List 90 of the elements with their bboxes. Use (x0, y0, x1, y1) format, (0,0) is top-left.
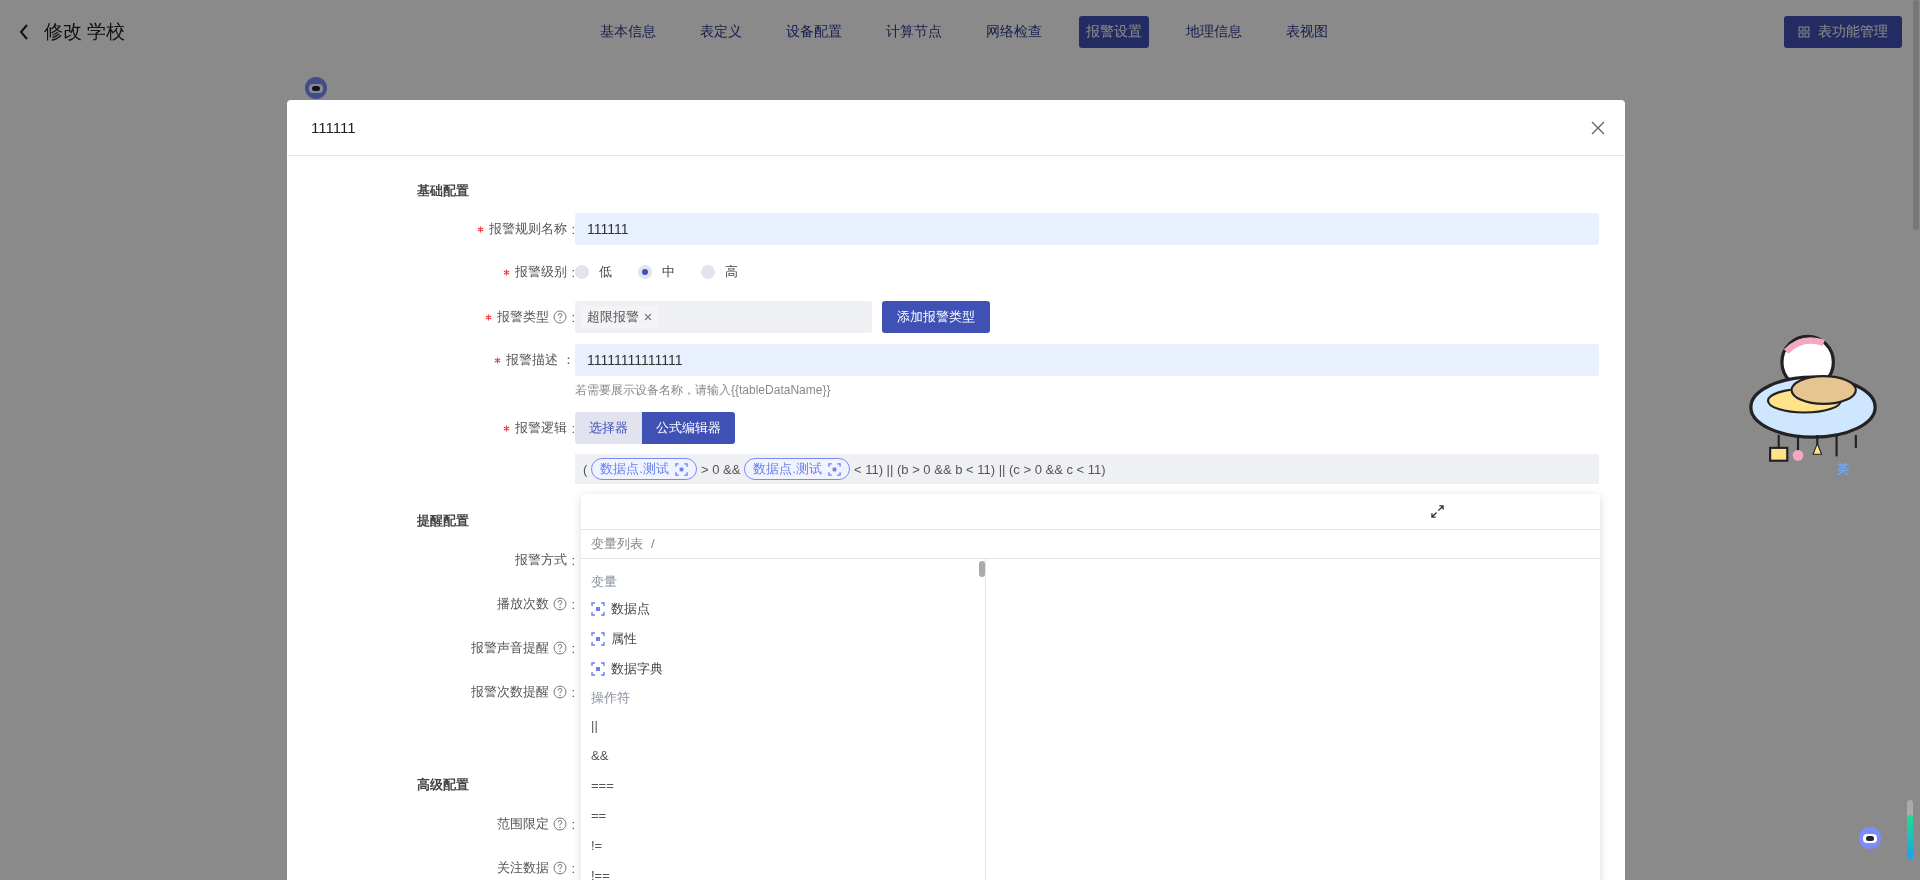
field-label: 报警声音提醒 (471, 639, 550, 657)
variable-item[interactable]: 数据字典 (611, 660, 663, 678)
gradient-bar (1906, 800, 1914, 860)
text-field[interactable]: 111111 (575, 213, 1599, 245)
formula-text: > 0 && (700, 461, 741, 477)
section-title: 基础配置 (417, 182, 469, 200)
label-colon: ： (562, 351, 575, 369)
expand-icon[interactable] (1431, 504, 1444, 518)
add-alarm-type-button[interactable]: 添加报警类型 (882, 301, 990, 333)
field-label: 报警描述 (506, 351, 558, 369)
radio-label[interactable]: 低 (599, 263, 612, 281)
label-colon: : (571, 264, 575, 280)
field-label: 报警类型 (497, 308, 550, 326)
radio-button[interactable] (638, 265, 652, 279)
help-icon[interactable] (553, 597, 568, 611)
focus-icon (591, 632, 605, 646)
label-colon: : (571, 684, 575, 700)
label-colon: : (571, 309, 575, 325)
nav-tab[interactable]: 计算节点 (879, 16, 949, 48)
page-title: 修改 学校 (44, 20, 126, 44)
help-icon[interactable] (553, 641, 568, 655)
field-label: 播放次数 (497, 595, 550, 613)
text-field[interactable]: 11111111111111 (575, 344, 1599, 376)
focus-icon (591, 662, 605, 676)
breadcrumb-item[interactable]: 变量列表 (591, 534, 643, 553)
table-function-button[interactable]: 表功能管理 (1784, 16, 1902, 48)
mode-tab[interactable]: 选择器 (575, 412, 642, 444)
group-title: 变量 (591, 573, 617, 591)
formula-text: < 11) || (b > 0 && b < 11) || (c > 0 && c < 11) (854, 461, 1106, 477)
grid-icon (1798, 26, 1810, 38)
radio-label[interactable]: 高 (725, 263, 738, 281)
label-colon: : (571, 860, 575, 876)
tag: 超限报警 (581, 306, 658, 328)
scrollbar[interactable] (979, 561, 985, 577)
operator-item[interactable]: || (591, 717, 598, 733)
required-icon (485, 313, 493, 321)
label-colon: : (571, 596, 575, 612)
section-title: 提醒配置 (417, 512, 469, 530)
operator-item[interactable]: && (591, 747, 609, 763)
breadcrumb-separator: / (651, 536, 655, 552)
radio-label[interactable]: 中 (662, 263, 675, 281)
group-title: 操作符 (591, 689, 630, 707)
field-label: 报警规则名称 (489, 220, 568, 238)
field-hint: 若需要展示设备名称，请输入{{tableDataName}} (575, 382, 832, 399)
help-icon[interactable] (553, 685, 568, 699)
focus-icon (828, 462, 841, 476)
close-icon[interactable] (1591, 120, 1605, 135)
field-label: 关注数据 (497, 859, 550, 877)
label-colon: : (571, 640, 575, 656)
radio-button[interactable] (701, 265, 715, 279)
field-label: 报警级别 (515, 263, 568, 281)
required-icon (503, 268, 511, 276)
radio-button[interactable] (575, 265, 589, 279)
operator-item[interactable]: === (591, 777, 614, 793)
remove-icon[interactable] (644, 313, 652, 321)
tag-select-field[interactable]: 超限报警 (575, 301, 872, 333)
robot-assistant-icon[interactable] (1858, 826, 1882, 850)
back-icon[interactable] (18, 23, 30, 41)
field-label: 范围限定 (497, 815, 550, 833)
required-icon (477, 225, 485, 233)
nav-tab[interactable]: 基本信息 (593, 16, 663, 48)
mode-tab[interactable]: 公式编辑器 (642, 412, 735, 444)
formula-text: ( (583, 461, 588, 477)
field-label: 报警逻辑 (515, 419, 568, 437)
nav-tab[interactable]: 表定义 (693, 16, 749, 48)
variable-item[interactable]: 数据点 (611, 600, 650, 618)
section-title: 高级配置 (417, 776, 469, 794)
focus-icon (674, 462, 688, 476)
help-icon[interactable] (553, 310, 568, 324)
label-colon: : (571, 552, 575, 568)
label-colon: : (571, 221, 575, 237)
required-icon (503, 424, 511, 432)
field-label: 报警次数提醒 (471, 683, 550, 701)
nav-tab[interactable]: 地理信息 (1179, 16, 1249, 48)
help-icon[interactable] (553, 861, 568, 875)
operator-item[interactable]: !== (591, 867, 610, 880)
operator-item[interactable]: != (591, 837, 603, 853)
dialog-title: 111111 (311, 119, 356, 136)
nav-tab[interactable]: 报警设置 (1079, 16, 1149, 48)
label-colon: : (571, 420, 575, 436)
label-colon: : (571, 816, 575, 832)
field-label: 报警方式 (515, 551, 568, 569)
required-icon (494, 356, 501, 364)
help-icon[interactable] (553, 817, 568, 831)
operator-item[interactable]: == (591, 807, 607, 823)
nav-tab[interactable]: 设备配置 (779, 16, 849, 48)
focus-icon (591, 602, 605, 616)
variable-item[interactable]: 属性 (611, 630, 637, 648)
nav-tab[interactable]: 网络检查 (979, 16, 1049, 48)
nav-tab[interactable]: 表视图 (1279, 16, 1335, 48)
